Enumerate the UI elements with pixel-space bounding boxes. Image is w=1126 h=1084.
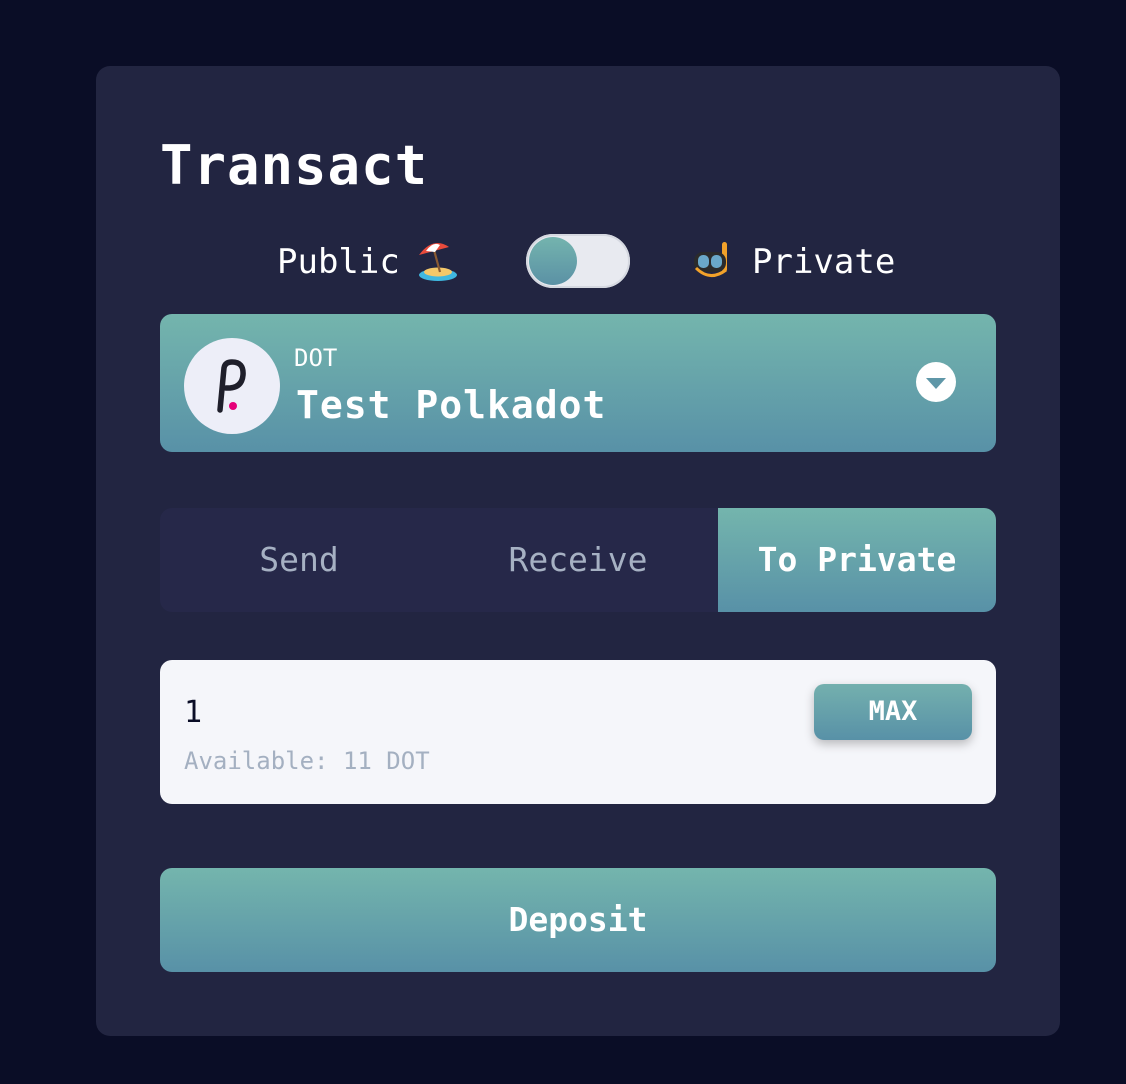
available-balance: Available: 11 DOT xyxy=(184,747,430,775)
private-label: Private xyxy=(752,242,896,282)
diving-mask-icon xyxy=(690,238,736,284)
privacy-toggle[interactable] xyxy=(526,234,630,288)
token-symbol: DOT xyxy=(294,344,338,372)
amount-field-container: Available: 11 DOT MAX xyxy=(160,660,996,804)
privacy-mode-switch-row: Public Private xyxy=(96,234,1060,290)
transaction-type-tabs: Send Receive To Private xyxy=(160,508,996,612)
page-title: Transact xyxy=(160,134,429,197)
tab-send[interactable]: Send xyxy=(160,508,438,612)
max-button[interactable]: MAX xyxy=(814,684,972,740)
tab-to-private[interactable]: To Private xyxy=(718,508,996,612)
beach-umbrella-icon xyxy=(414,238,460,284)
polkadot-logo-icon xyxy=(184,338,280,434)
amount-input[interactable] xyxy=(182,688,766,736)
public-label: Public xyxy=(277,242,400,282)
tab-receive[interactable]: Receive xyxy=(438,508,718,612)
deposit-button[interactable]: Deposit xyxy=(160,868,996,972)
chevron-down-icon[interactable] xyxy=(916,362,956,402)
token-name: Test Polkadot xyxy=(296,383,607,427)
transact-card: Transact Public Private DOT Test Polkado… xyxy=(96,66,1060,1036)
toggle-knob xyxy=(529,237,577,285)
token-selector[interactable]: DOT Test Polkadot xyxy=(160,314,996,452)
